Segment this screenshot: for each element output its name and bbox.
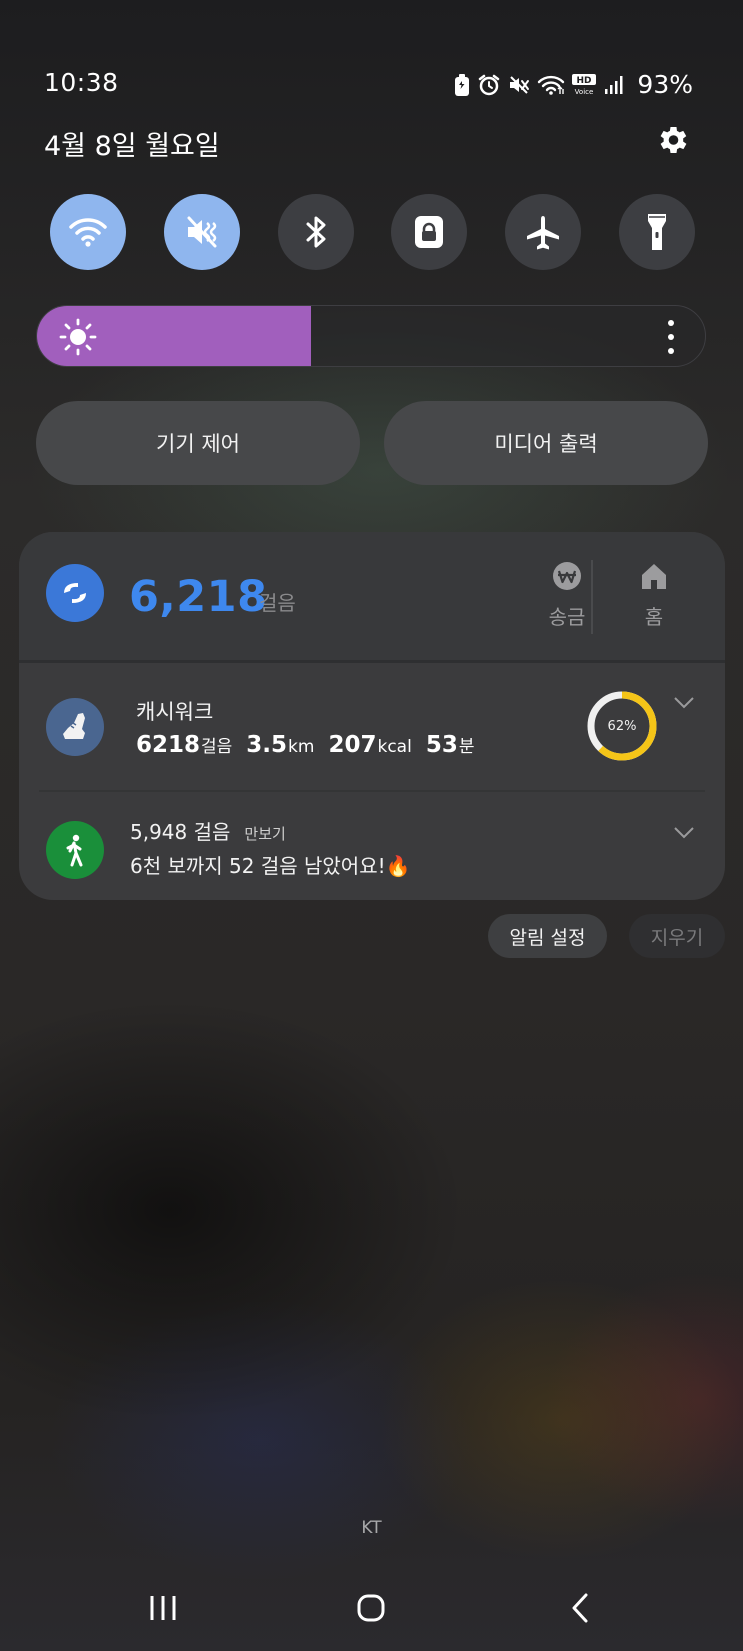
pedometer-app-icon [46,821,104,879]
voice-label: Voice [575,88,594,96]
pedometer-message: 6천 보까지 52 걸음 남았어요!🔥 [130,854,411,878]
notification-card: 6,218 걸음 송금 홈 캐시워크 6218걸음 3.5km 207kcal … [19,532,725,900]
quick-toggles [50,194,695,270]
alarm-icon [479,74,500,95]
clock: 10:38 [44,68,119,97]
signal-icon [605,75,623,94]
more-options-icon[interactable] [667,320,675,354]
cashwalk-distance: 3.5km [246,732,315,758]
wifi-toggle[interactable] [50,194,126,270]
cashwalk-app-icon [46,698,104,756]
hd-voice-icon: HD Voice [572,73,597,96]
section-divider [39,790,705,792]
bluetooth-icon [306,216,326,248]
carrier-label: KT [361,1518,382,1538]
pedometer-steps: 5,948 걸음 [130,820,231,844]
airplane-toggle[interactable] [505,194,582,270]
home-shortcut[interactable]: 홈 [614,561,694,630]
device-control-button[interactable]: 기기 제어 [36,401,360,485]
sun-icon [59,318,97,356]
cashwalk-title: 캐시워크 [136,700,214,724]
cashwalk-calories: 207kcal [328,732,412,758]
cashwalk-time: 53분 [425,732,475,758]
rotation-lock-toggle[interactable] [391,194,468,270]
gear-icon[interactable] [654,122,690,158]
clear-notifications-button[interactable]: 지우기 [629,914,725,958]
home-icon [642,564,666,589]
media-output-button[interactable]: 미디어 출력 [384,401,708,485]
notification-settings-button[interactable]: 알림 설정 [488,914,607,958]
cashwalk-steps: 6218걸음 [136,732,233,758]
airplane-icon [527,216,560,250]
back-icon [572,1593,588,1623]
status-icons: HD Voice 93% [453,70,693,99]
transfer-shortcut[interactable]: 송금 [527,561,607,630]
home-button[interactable] [336,1578,406,1638]
home-label: 홈 [644,605,664,629]
flashlight-toggle[interactable] [618,194,695,270]
step-count: 6,218 [129,572,268,622]
wifi-icon [538,75,565,95]
section-divider [19,660,725,663]
mute-icon [510,75,530,94]
samsung-health-icon [46,564,104,622]
chevron-down-icon[interactable] [673,696,695,710]
step-unit: 걸음 [259,591,296,615]
brightness-slider[interactable] [36,305,706,367]
navigation-bar [0,1578,743,1638]
progress-percent: 62% [607,718,637,734]
battery-percentage: 93% [637,70,693,99]
mute-icon [187,216,217,248]
shortcut-divider [591,560,593,634]
date-label: 4월 8일 월요일 [44,131,220,162]
pedometer-header: 5,948 걸음 만보기 [130,816,286,845]
chevron-down-icon[interactable] [673,826,695,840]
home-circle-icon [357,1594,385,1622]
battery-saver-icon [455,73,470,96]
wifi-icon [69,218,107,247]
lock-icon [415,216,444,248]
recent-apps-icon [150,1596,176,1620]
recent-apps-button[interactable] [128,1578,198,1638]
bluetooth-toggle[interactable] [277,194,354,270]
walking-person-icon [66,834,83,867]
hd-label: HD [577,76,592,86]
sound-toggle[interactable] [163,194,240,270]
shoe-icon [63,713,85,739]
won-icon [553,562,581,590]
cashwalk-stats: 6218걸음 3.5km 207kcal 53분 [136,732,474,758]
back-button[interactable] [545,1578,615,1638]
flashlight-icon [647,214,666,250]
pedometer-app-name: 만보기 [244,825,286,843]
transfer-label: 송금 [548,605,586,629]
